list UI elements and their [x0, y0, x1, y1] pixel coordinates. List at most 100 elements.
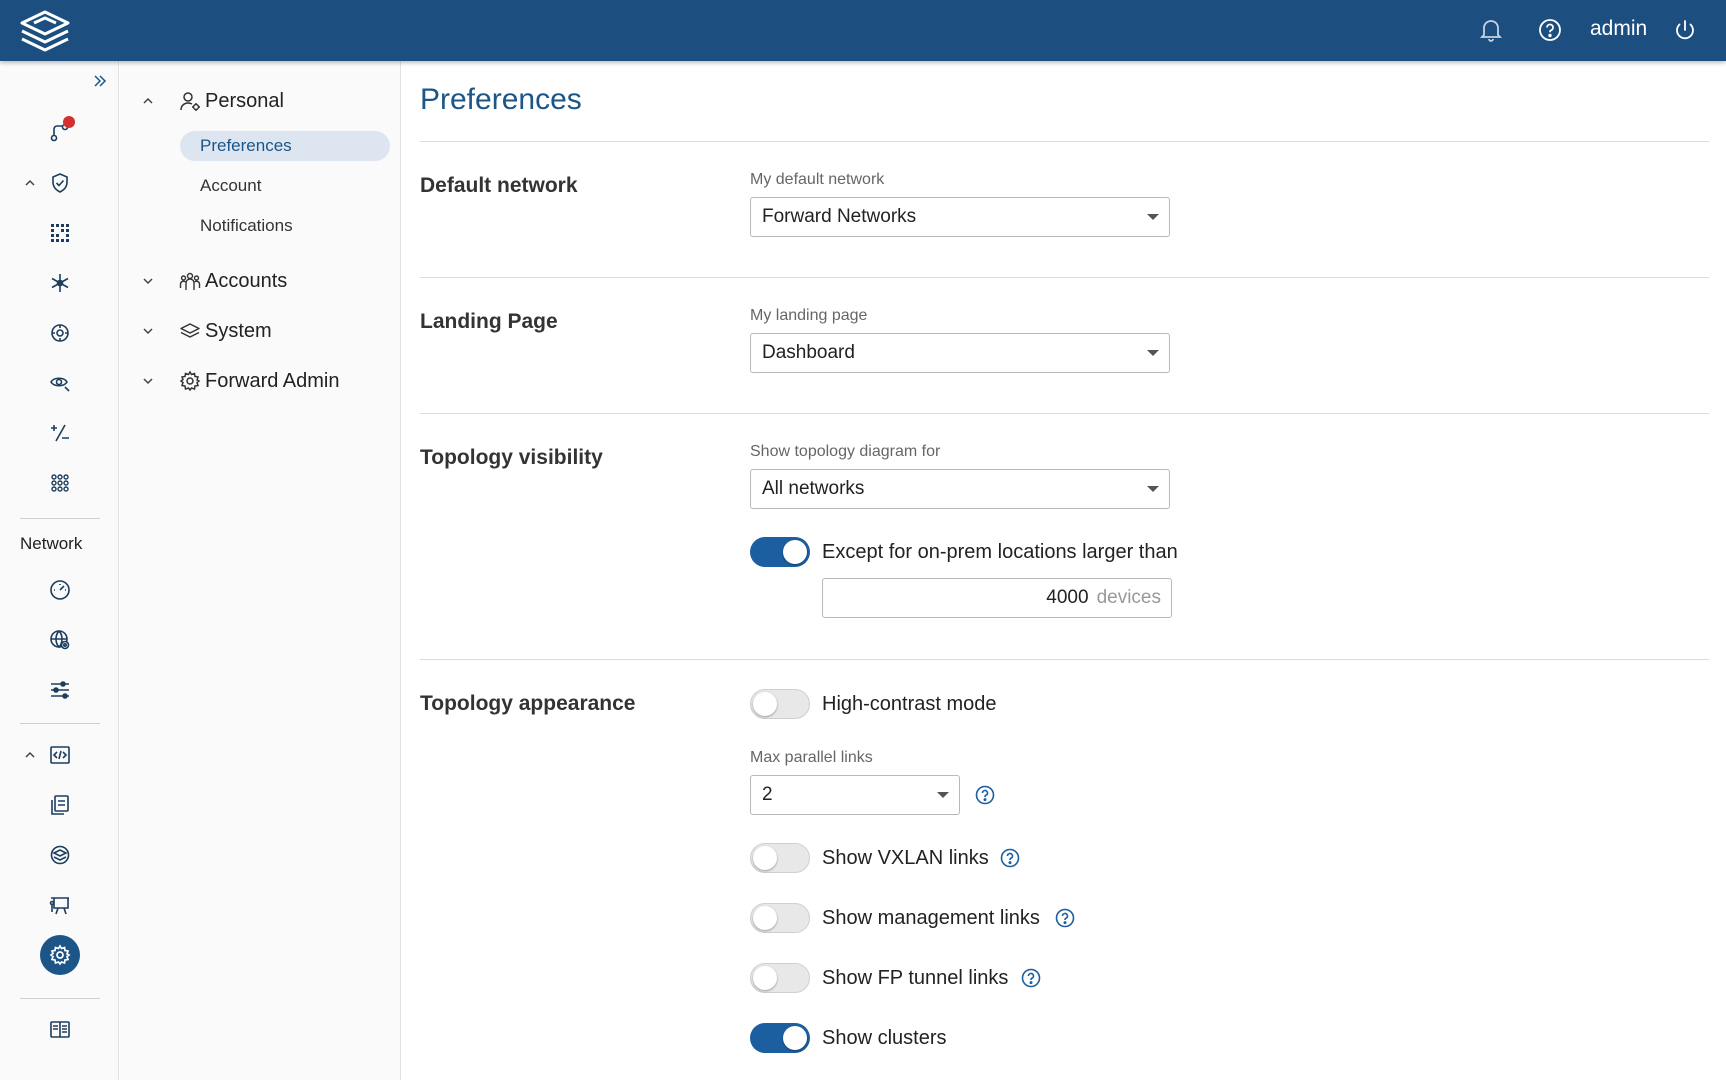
landing-page-select[interactable]: Dashboard [750, 333, 1170, 373]
default-network-label: My default network [750, 171, 885, 188]
chevron-down-icon [140, 273, 156, 289]
path-trace-icon[interactable] [45, 116, 75, 147]
rail-section-network: Network [20, 534, 83, 553]
nav-group-label: System [205, 319, 272, 342]
dropdown-caret-icon [937, 792, 949, 798]
max-parallel-links-label: Max parallel links [750, 749, 873, 766]
nav-item-account[interactable]: Account [180, 171, 390, 201]
document-stack-icon[interactable] [45, 790, 75, 820]
apps-grid-icon[interactable] [45, 468, 75, 498]
top-bar: admin [0, 0, 1726, 61]
management-links-label: Show management links [822, 907, 1040, 929]
chevron-up-icon [140, 93, 156, 109]
toggle-knob [753, 906, 777, 930]
nav-item-preferences[interactable]: Preferences [180, 131, 390, 161]
device-unit-label: devices [1096, 587, 1161, 608]
help-circle-icon[interactable] [1054, 907, 1076, 929]
dropdown-caret-icon [1147, 214, 1159, 220]
divider [420, 659, 1709, 660]
settings-nav: Personal Preferences Account Notificatio… [120, 61, 401, 1080]
show-clusters-label: Show clusters [822, 1027, 947, 1049]
section-title-default-network: Default network [420, 174, 578, 197]
high-contrast-label: High-contrast mode [822, 693, 997, 715]
show-clusters-toggle[interactable] [750, 1023, 810, 1053]
layers-circle-icon[interactable] [45, 840, 75, 870]
high-contrast-toggle[interactable] [750, 689, 810, 719]
rail-divider [20, 518, 100, 519]
vxlan-links-toggle[interactable] [750, 843, 810, 873]
code-window-icon[interactable] [45, 740, 75, 770]
nav-group-label: Personal [205, 89, 284, 112]
chevron-up-icon[interactable] [21, 746, 39, 764]
select-value: 2 [762, 784, 773, 805]
vxlan-links-label: Show VXLAN links [822, 847, 989, 869]
nav-group-forward-admin[interactable]: Forward Admin [120, 363, 401, 399]
chevron-down-icon [140, 373, 156, 389]
select-value: Forward Networks [762, 206, 917, 227]
shield-check-icon[interactable] [45, 168, 75, 198]
power-icon[interactable] [1672, 17, 1698, 43]
nav-group-label: Accounts [205, 269, 288, 292]
nav-group-label: Forward Admin [205, 369, 340, 392]
grid-dots-icon[interactable] [45, 218, 75, 248]
select-value: Dashboard [762, 342, 855, 363]
bell-icon[interactable] [1478, 17, 1504, 43]
device-count-value: 4000 [1046, 587, 1089, 608]
chevron-up-icon[interactable] [21, 174, 39, 192]
max-parallel-links-select[interactable]: 2 [750, 775, 960, 815]
dropdown-caret-icon [1147, 486, 1159, 492]
settings-gear-icon[interactable] [40, 935, 80, 975]
icon-rail: Network [0, 61, 119, 1080]
toggle-knob [783, 1026, 807, 1050]
toggle-knob [753, 966, 777, 990]
fp-tunnel-links-toggle[interactable] [750, 963, 810, 993]
section-title-landing-page: Landing Page [420, 310, 558, 333]
except-onprem-toggle[interactable] [750, 537, 810, 567]
users-group-icon [178, 269, 202, 293]
layers-icon [178, 319, 202, 343]
default-network-select[interactable]: Forward Networks [750, 197, 1170, 237]
divider [420, 277, 1709, 278]
toggle-knob [783, 540, 807, 564]
device-threshold-input[interactable]: 4000 devices [822, 578, 1172, 618]
snowflake-icon[interactable] [45, 268, 75, 298]
gear-star-icon[interactable] [45, 318, 75, 348]
book-icon[interactable] [45, 1015, 75, 1045]
help-circle-icon[interactable] [999, 847, 1021, 869]
notification-badge [63, 116, 75, 128]
except-onprem-label: Except for on-prem locations larger than [822, 541, 1178, 563]
topology-visibility-label: Show topology diagram for [750, 443, 941, 460]
sliders-icon[interactable] [45, 675, 75, 705]
nav-item-notifications[interactable]: Notifications [180, 211, 390, 241]
toggle-knob [753, 692, 777, 716]
landing-page-label: My landing page [750, 307, 868, 324]
topology-visibility-select[interactable]: All networks [750, 469, 1170, 509]
gauge-icon[interactable] [45, 575, 75, 605]
plus-minus-icon[interactable] [45, 418, 75, 448]
toggle-knob [753, 846, 777, 870]
eye-search-icon[interactable] [45, 368, 75, 398]
expand-double-chevron-icon[interactable] [85, 66, 115, 96]
management-links-toggle[interactable] [750, 903, 810, 933]
gear-icon [178, 369, 202, 393]
dropdown-caret-icon [1147, 350, 1159, 356]
help-circle-icon[interactable] [1537, 17, 1563, 43]
help-circle-icon[interactable] [1020, 967, 1042, 989]
user-menu[interactable]: admin [1590, 17, 1647, 41]
help-circle-icon[interactable] [974, 784, 996, 806]
nav-group-accounts[interactable]: Accounts [120, 263, 401, 299]
section-title-topology-visibility: Topology visibility [420, 446, 603, 469]
presentation-icon[interactable] [45, 890, 75, 920]
preferences-panel: Preferences Default network My default n… [402, 61, 1726, 1080]
fp-tunnel-links-label: Show FP tunnel links [822, 967, 1009, 989]
rail-divider [20, 998, 100, 999]
nav-group-system[interactable]: System [120, 313, 401, 349]
divider [420, 413, 1709, 414]
select-value: All networks [762, 478, 865, 499]
user-gear-icon [178, 89, 202, 113]
chevron-down-icon [140, 323, 156, 339]
nav-group-personal[interactable]: Personal [120, 83, 401, 119]
page-title: Preferences [420, 83, 582, 116]
app-logo-icon[interactable] [18, 9, 72, 53]
globe-gear-icon[interactable] [45, 625, 75, 655]
